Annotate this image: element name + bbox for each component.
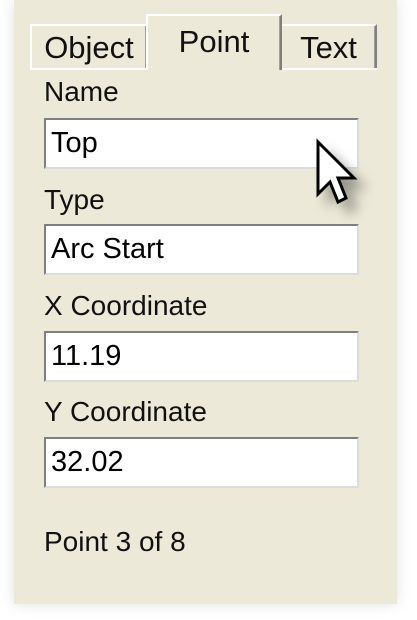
name-label: Name (44, 76, 119, 107)
tab-point[interactable]: Point (146, 14, 282, 70)
tab-strip: Object Point Text (30, 10, 377, 70)
y-coordinate-label: Y Coordinate (44, 396, 207, 427)
x-coordinate-label: X Coordinate (44, 290, 208, 321)
x-coordinate-field[interactable]: 11.19 (44, 331, 359, 382)
point-count-status: Point 3 of 8 (44, 526, 186, 557)
type-field[interactable]: Arc Start (44, 224, 359, 275)
y-coordinate-field[interactable]: 32.02 (44, 437, 359, 488)
tab-object[interactable]: Object (30, 24, 148, 70)
type-label: Type (44, 184, 105, 215)
tab-text[interactable]: Text (280, 24, 377, 70)
mouse-pointer-icon (316, 138, 358, 205)
point-properties-panel: Object Point Text Name Top Type Arc Star… (14, 0, 397, 604)
